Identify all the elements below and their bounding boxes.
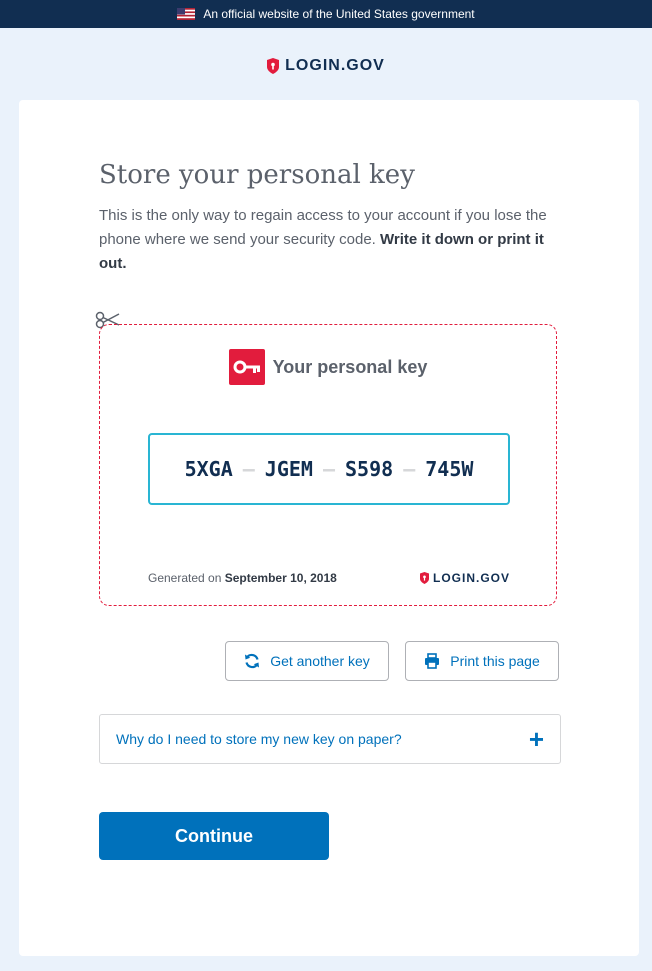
gov-banner: An official website of the United States… <box>0 0 652 28</box>
code-segment: 745W <box>425 457 474 481</box>
code-segment: JGEM <box>264 457 313 481</box>
generated-date-value: September 10, 2018 <box>224 571 337 585</box>
code-separator: – <box>322 457 336 481</box>
site-logo-text: LOGIN.GOV <box>285 57 385 74</box>
key-card-logo-text: LOGIN.GOV <box>432 571 510 585</box>
code-separator: – <box>242 457 255 481</box>
code-segment: 5XGA <box>184 457 233 481</box>
main-card: Store your personal key This is the only… <box>19 100 639 956</box>
key-card-logo: LOGIN.GOV <box>419 571 510 585</box>
code-separator: – <box>403 457 416 481</box>
refresh-icon <box>245 653 260 669</box>
key-heading-text: Your personal key <box>272 356 428 377</box>
printer-icon <box>425 653 440 669</box>
intro-text: This is the only way to regain access to… <box>99 204 559 276</box>
personal-key-box: Your personal key 5XGA – JGEM – S598 – 7… <box>99 324 557 606</box>
key-heading: Your personal key <box>100 349 556 385</box>
print-page-label: Print this page <box>450 653 540 669</box>
gov-banner-text: An official website of the United States… <box>203 7 475 21</box>
generated-label: Generated on <box>148 571 222 585</box>
site-logo[interactable]: LOGIN.GOV <box>0 54 652 78</box>
key-icon <box>228 349 265 385</box>
get-another-key-button[interactable]: Get another key <box>225 641 389 681</box>
continue-label: Continue <box>175 825 253 846</box>
us-flag-icon <box>177 8 196 20</box>
plus-icon: + <box>528 724 544 754</box>
generated-date: Generated on September 10, 2018 <box>148 571 337 585</box>
print-page-button[interactable]: Print this page <box>405 641 559 681</box>
shield-icon <box>419 572 429 584</box>
get-another-key-label: Get another key <box>270 653 370 669</box>
code-segment: S598 <box>345 457 394 481</box>
continue-button[interactable]: Continue <box>99 812 329 860</box>
shield-icon <box>267 58 280 74</box>
accordion-label: Why do I need to store my new key on pap… <box>116 731 402 747</box>
page-title: Store your personal key <box>99 160 415 190</box>
personal-key-code: 5XGA – JGEM – S598 – 745W <box>148 433 510 505</box>
why-store-accordion[interactable]: Why do I need to store my new key on pap… <box>99 714 561 764</box>
